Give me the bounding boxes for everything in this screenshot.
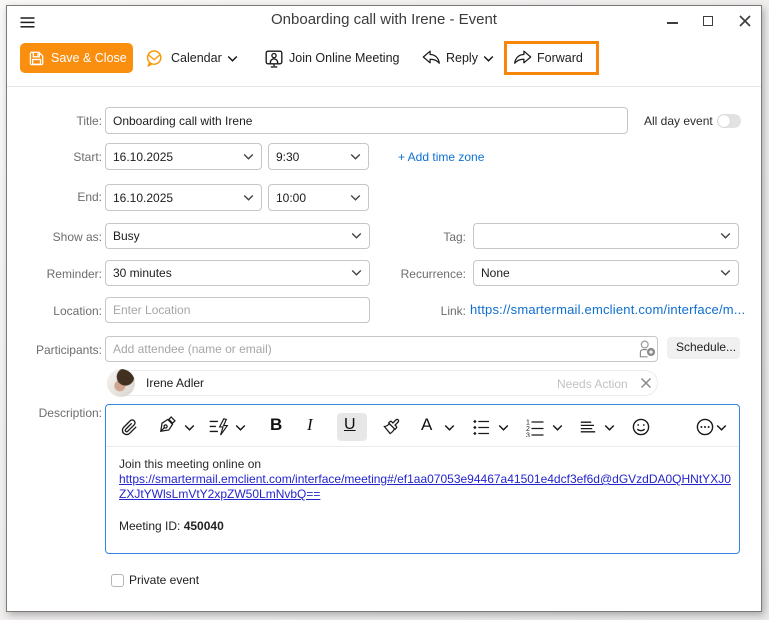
svg-text:3: 3 (526, 432, 530, 437)
